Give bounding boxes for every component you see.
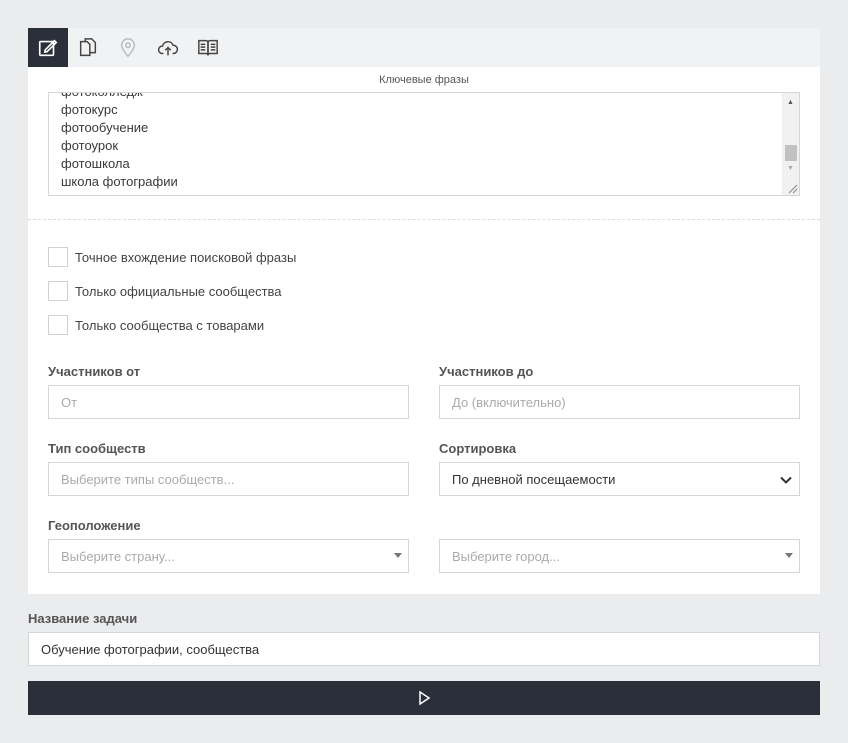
checkbox-label: Только сообщества с товарами [75, 317, 265, 333]
tool-edit[interactable] [28, 28, 68, 67]
tool-guide[interactable] [188, 28, 228, 67]
checkbox-label: Только официальные сообщества [75, 283, 282, 299]
search-settings-panel: Ключевые фразы фотоколледж фотокурс фото… [28, 28, 820, 594]
keywords-lines: фотоколледж фотокурс фотообучение фотоур… [61, 93, 178, 191]
checkbox-with-goods[interactable]: Только сообщества с товарами [48, 315, 264, 335]
members-to-input[interactable]: До (включительно) [439, 385, 800, 419]
checkbox-official-only[interactable]: Только официальные сообщества [48, 281, 282, 301]
community-type-label: Тип сообществ [48, 441, 146, 456]
checkbox-box[interactable] [48, 247, 68, 267]
selected-value: По дневной посещаемости [452, 471, 616, 487]
scroll-down-icon[interactable]: ▼ [782, 161, 799, 175]
placeholder: От [61, 394, 78, 410]
keywords-scrollbar[interactable]: ▲ ▼ [782, 93, 799, 195]
edit-icon [38, 38, 58, 56]
placeholder: Выберите страну... [61, 548, 175, 564]
caret-down-icon [785, 553, 793, 558]
book-icon [198, 39, 218, 55]
section-divider [28, 219, 820, 220]
city-select[interactable]: Выберите город... [439, 539, 800, 573]
keyword-line: фотообучение [61, 120, 149, 135]
play-icon [419, 690, 431, 706]
keyword-line: фотошкола [61, 156, 130, 171]
members-to-label: Участников до [439, 364, 534, 379]
keywords-label: Ключевые фразы [379, 74, 469, 86]
country-select[interactable]: Выберите страну... [48, 539, 409, 573]
keywords-textarea[interactable]: фотоколледж фотокурс фотообучение фотоур… [48, 92, 800, 196]
tool-location[interactable] [108, 28, 148, 67]
tool-copy[interactable] [68, 28, 108, 67]
resize-handle-icon[interactable] [786, 182, 798, 194]
scroll-up-icon[interactable]: ▲ [782, 95, 799, 109]
members-from-label: Участников от [48, 364, 141, 379]
geo-label: Геоположение [48, 518, 141, 533]
caret-down-icon [394, 553, 402, 558]
keyword-line: фотоурок [61, 138, 119, 153]
run-button[interactable] [28, 681, 820, 715]
cloud-upload-icon [157, 40, 179, 55]
tool-upload[interactable] [148, 28, 188, 67]
placeholder: До (включительно) [452, 394, 566, 410]
sorting-select[interactable]: По дневной посещаемости [439, 462, 800, 496]
checkbox-exact-match[interactable]: Точное вхождение поисковой фразы [48, 247, 296, 267]
location-pin-icon [120, 37, 136, 57]
task-name-label: Название задачи [28, 611, 138, 626]
checkbox-box[interactable] [48, 281, 68, 301]
task-name-value: Обучение фотографии, сообщества [41, 641, 260, 657]
sorting-label: Сортировка [439, 441, 517, 456]
placeholder: Выберите типы сообществ... [61, 471, 235, 487]
community-type-select[interactable]: Выберите типы сообществ... [48, 462, 409, 496]
keyword-line: школа фотографии [61, 174, 178, 189]
placeholder: Выберите город... [452, 548, 560, 564]
keyword-line: фотокурс [61, 102, 118, 117]
copy-icon [79, 37, 97, 56]
scroll-thumb[interactable] [785, 145, 797, 161]
chevron-down-icon [780, 476, 792, 484]
members-from-input[interactable]: От [48, 385, 409, 419]
toolbar [28, 28, 820, 67]
checkbox-box[interactable] [48, 315, 68, 335]
checkbox-label: Точное вхождение поисковой фразы [75, 249, 297, 265]
task-name-input[interactable]: Обучение фотографии, сообщества [28, 632, 820, 666]
keyword-line: фотоколледж [61, 93, 178, 101]
